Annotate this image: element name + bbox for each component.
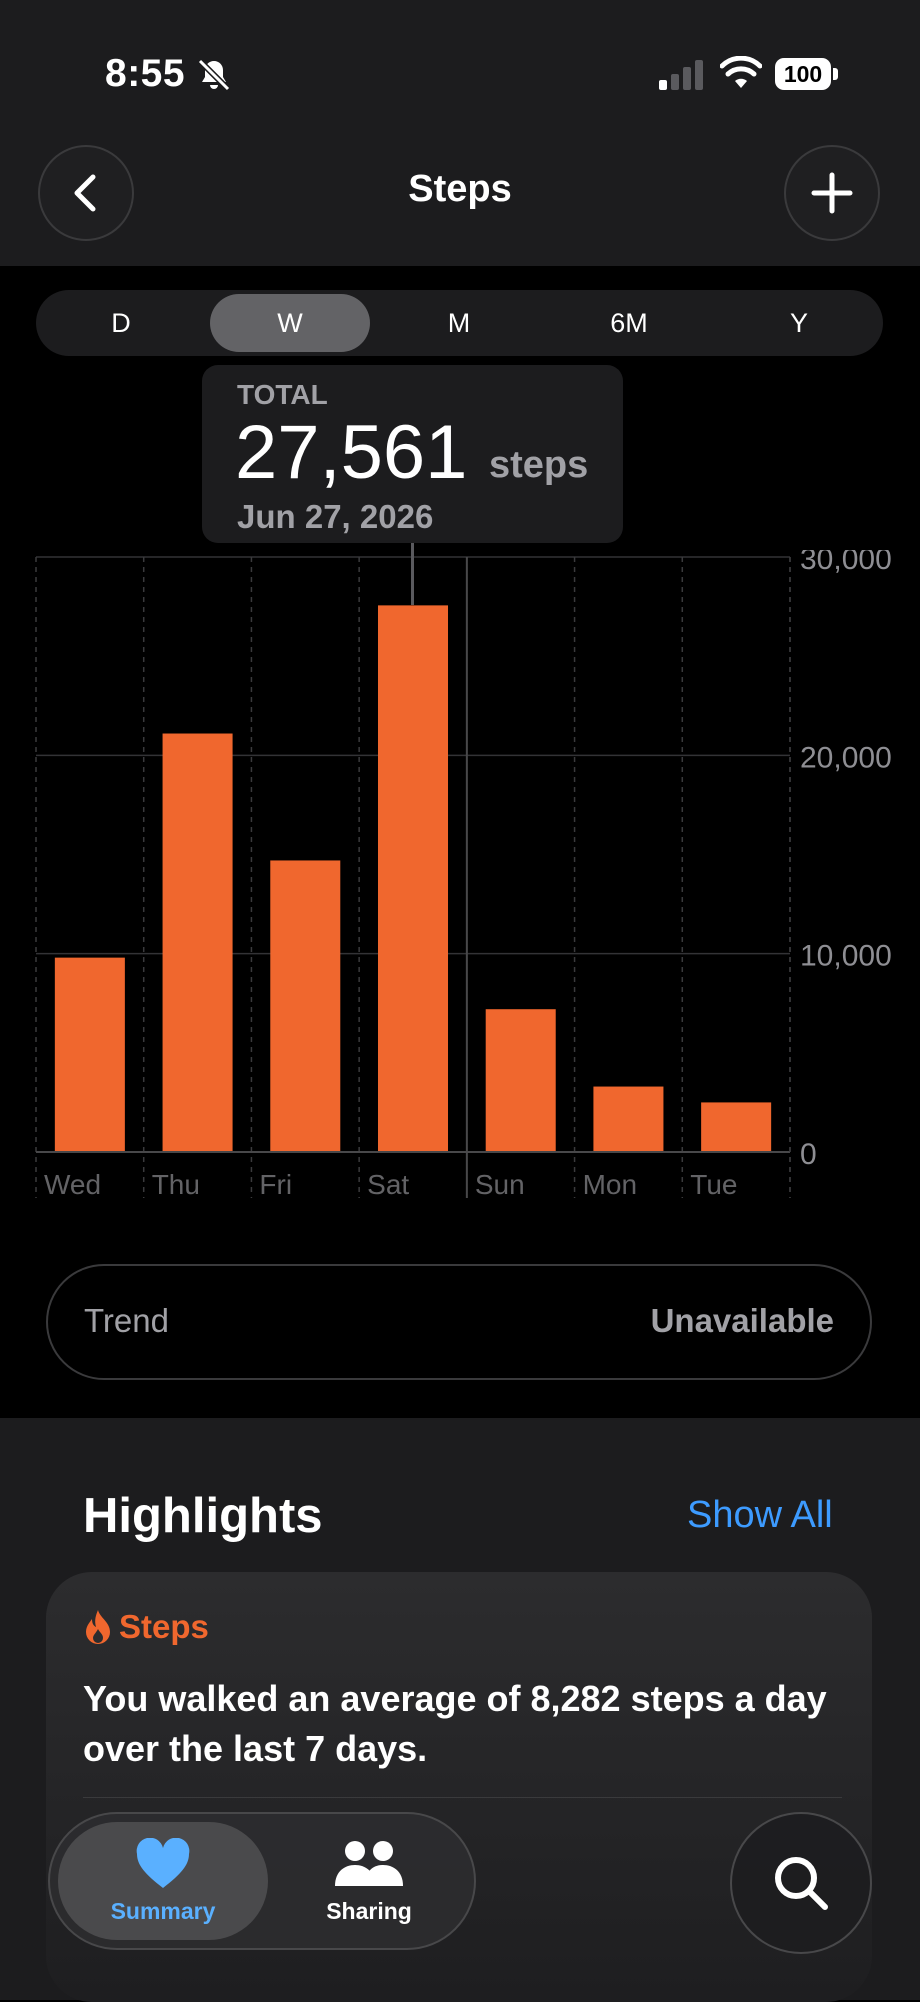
bar-wed[interactable] xyxy=(54,957,125,1152)
y-tick-label: 30,000 xyxy=(800,550,892,576)
tab-bar: Summary Sharing xyxy=(48,1812,476,1950)
tooltip-value: 27,561 xyxy=(235,410,468,495)
tab-summary-label: Summary xyxy=(110,1898,216,1924)
range-tab-6m[interactable]: 6M xyxy=(544,294,714,352)
range-tab-d[interactable]: D xyxy=(36,294,206,352)
trend-value: Unavailable xyxy=(650,1302,834,1339)
highlight-card-divider xyxy=(83,1797,842,1798)
search-icon xyxy=(775,1857,828,1910)
heart-icon xyxy=(136,1838,190,1888)
steps-bar-chart[interactable]: 0 10,000 20,000 30,000 Wed Thu Fri Sat Sun Mon Tue xyxy=(0,550,920,1210)
trend-row[interactable]: Trend Unavailable xyxy=(46,1264,872,1380)
page-title: Steps xyxy=(408,168,512,210)
bell-slash-icon xyxy=(197,58,231,92)
range-tab-y[interactable]: Y xyxy=(714,294,884,352)
plus-icon xyxy=(811,172,853,214)
y-tick-label: 0 xyxy=(800,1138,817,1171)
x-tick-label: Sat xyxy=(367,1169,409,1200)
highlight-card-text: You walked an average of 8,282 steps a d… xyxy=(83,1678,827,1769)
range-tab-w[interactable]: W xyxy=(210,294,370,352)
x-tick-label: Thu xyxy=(152,1169,200,1200)
highlight-card-category: Steps xyxy=(119,1608,209,1645)
x-tick-label: Tue xyxy=(690,1169,737,1200)
add-data-button[interactable] xyxy=(784,145,880,241)
cellular-signal-icon xyxy=(659,60,703,90)
range-tab-m[interactable]: M xyxy=(374,294,544,352)
wifi-icon xyxy=(720,56,762,88)
y-tick-label: 10,000 xyxy=(800,940,892,973)
y-tick-label: 20,000 xyxy=(800,741,892,774)
tooltip-stem xyxy=(411,543,414,605)
search-button[interactable] xyxy=(730,1812,872,1954)
tooltip-label: TOTAL xyxy=(237,379,328,410)
battery-icon: 100 xyxy=(775,58,839,90)
x-tick-label: Sun xyxy=(475,1169,525,1200)
show-all-link[interactable]: Show All xyxy=(687,1494,833,1537)
tooltip-unit: steps xyxy=(489,444,589,486)
trend-label: Trend xyxy=(84,1302,169,1339)
selection-tooltip: TOTAL 27,561 steps Jun 27, 2026 xyxy=(202,365,623,543)
highlight-card-header: Steps xyxy=(83,1608,209,1646)
tab-sharing-label: Sharing xyxy=(326,1898,412,1924)
x-tick-label: Mon xyxy=(583,1169,637,1200)
bar-sun[interactable] xyxy=(485,1009,556,1152)
battery-level: 100 xyxy=(775,58,831,90)
highlights-title: Highlights xyxy=(83,1489,323,1543)
x-tick-label: Wed xyxy=(44,1169,101,1200)
bar-mon[interactable] xyxy=(593,1086,664,1152)
flame-icon xyxy=(86,1610,110,1644)
range-segmented-control: D W M 6M Y xyxy=(36,290,883,356)
bar-fri[interactable] xyxy=(270,860,341,1152)
bar-tue[interactable] xyxy=(701,1102,772,1152)
tooltip-date: Jun 27, 2026 xyxy=(237,498,434,535)
header-area xyxy=(0,0,920,266)
tab-summary[interactable]: Summary xyxy=(58,1822,268,1940)
tab-sharing[interactable]: Sharing xyxy=(264,1822,474,1940)
bar-sat[interactable] xyxy=(377,605,449,1152)
status-time: 8:55 xyxy=(105,52,186,95)
x-tick-label: Fri xyxy=(259,1169,292,1200)
people-icon xyxy=(335,1841,403,1886)
bar-thu[interactable] xyxy=(162,733,233,1152)
